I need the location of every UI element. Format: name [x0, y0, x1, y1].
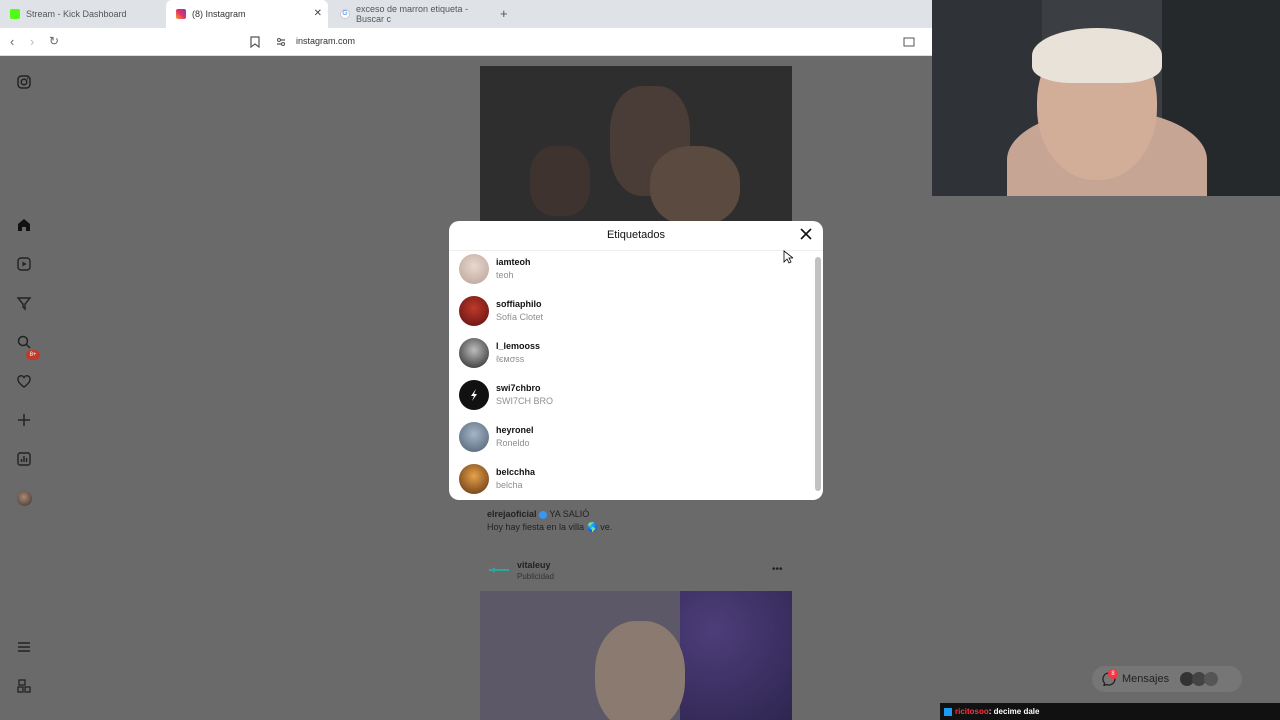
dialog-title: Etiquetados: [606, 229, 666, 241]
more-options-icon[interactable]: •••: [772, 564, 783, 575]
post-image[interactable]: [480, 66, 792, 221]
scrollbar[interactable]: [815, 257, 821, 491]
post-image-2[interactable]: [480, 591, 792, 720]
list-item[interactable]: soffiaphilo Sofía Clotet: [459, 291, 809, 331]
avatar: [1204, 672, 1218, 686]
address-bar-row: ‹ › ↻ instagram.com: [0, 28, 932, 56]
reload-icon[interactable]: ↻: [49, 34, 59, 48]
instagram-icon: [176, 9, 186, 19]
avatar[interactable]: [459, 380, 489, 410]
tab-label: Stream - Kick Dashboard: [26, 9, 127, 19]
dashboard-icon[interactable]: [16, 451, 32, 467]
full-name: Sofía Clotet: [496, 312, 544, 322]
forward-icon[interactable]: ›: [30, 34, 34, 49]
chat-message: ricitosoo : decime dale: [940, 703, 1280, 720]
kick-icon: [10, 9, 20, 19]
tab-google-search[interactable]: G exceso de marron etiqueta - Buscar c: [330, 0, 495, 28]
full-name: ℓємσѕѕ: [496, 354, 525, 364]
username[interactable]: heyronel: [496, 425, 534, 435]
full-name: teoh: [496, 270, 514, 280]
post-username[interactable]: vitaleuy: [517, 560, 551, 570]
list-item[interactable]: belcchha belcha: [459, 459, 809, 499]
back-icon[interactable]: ‹: [10, 34, 14, 49]
username[interactable]: l_lemooss: [496, 341, 540, 351]
username[interactable]: soffiaphilo: [496, 299, 542, 309]
chat-username: ricitosoo: [955, 707, 989, 716]
tab-kick-dashboard[interactable]: Stream - Kick Dashboard: [0, 0, 165, 28]
menu-icon[interactable]: [16, 639, 32, 655]
chat-text: : decime dale: [988, 707, 1040, 716]
create-icon[interactable]: [16, 412, 32, 428]
screen: Stream - Kick Dashboard (8) Instagram ✕ …: [0, 0, 1280, 720]
messages-button[interactable]: 8 Mensajes: [1092, 666, 1242, 692]
instagram-logo-icon[interactable]: [16, 74, 32, 90]
bookmark-icon[interactable]: [250, 36, 260, 48]
url-input[interactable]: instagram.com: [296, 36, 355, 46]
caption-line: elrejaoficial YA SALIÓ: [487, 509, 589, 519]
heart-icon[interactable]: [16, 373, 32, 389]
new-tab-icon[interactable]: +: [500, 6, 508, 21]
activity-icon[interactable]: [16, 295, 32, 311]
full-name: SWI7CH BRO: [496, 396, 554, 406]
list-item[interactable]: heyronel Roneldo: [459, 417, 809, 457]
verified-icon: [539, 510, 548, 519]
username[interactable]: iamteoh: [496, 257, 531, 267]
list-item[interactable]: swi7chbro SWI7CH BRO: [459, 375, 809, 415]
tagged-users-dialog: Etiquetados iamteoh teoh soffiaphilo Sof…: [449, 221, 823, 500]
list-item[interactable]: iamteoh teoh: [459, 249, 809, 289]
post-avatar[interactable]: [487, 562, 511, 578]
close-tab-icon[interactable]: ✕: [314, 8, 322, 19]
lightning-icon: [471, 389, 477, 401]
list-item[interactable]: l_lemooss ℓємσѕѕ: [459, 333, 809, 373]
caption-line-2: Hoy hay fiesta en la villa 🌎 ve.: [487, 522, 613, 532]
full-name: belcha: [496, 480, 523, 490]
tab-label: exceso de marron etiqueta - Buscar c: [356, 4, 469, 24]
threads-icon[interactable]: [16, 678, 32, 694]
cast-icon[interactable]: [903, 37, 915, 47]
avatar[interactable]: [459, 464, 489, 494]
cursor-icon: [783, 250, 793, 264]
post-sponsored: Publicidad: [517, 572, 554, 581]
webcam-overlay: [932, 0, 1280, 196]
tab-instagram[interactable]: (8) Instagram ✕: [166, 0, 328, 28]
username[interactable]: swi7chbro: [496, 383, 541, 393]
messages-label: Mensajes: [1122, 673, 1170, 685]
browser-tabstrip: Stream - Kick Dashboard (8) Instagram ✕ …: [0, 0, 932, 28]
username[interactable]: belcchha: [496, 467, 535, 477]
site-settings-icon[interactable]: [276, 37, 286, 47]
avatar[interactable]: [459, 422, 489, 452]
search-icon[interactable]: [16, 334, 32, 350]
reels-icon[interactable]: [16, 256, 32, 272]
full-name: Roneldo: [496, 438, 530, 448]
tab-label: (8) Instagram: [192, 9, 246, 19]
caption-text: YA SALIÓ: [549, 509, 590, 519]
close-icon[interactable]: [799, 227, 813, 241]
chat-badge-icon: [944, 707, 952, 716]
profile-avatar[interactable]: [16, 490, 32, 506]
google-icon: G: [340, 9, 350, 19]
avatar[interactable]: [459, 254, 489, 284]
messages-badge: 8: [1108, 669, 1118, 679]
caption-username[interactable]: elrejaoficial: [487, 509, 537, 519]
notification-badge: 8+: [26, 350, 40, 360]
avatar[interactable]: [459, 338, 489, 368]
home-icon[interactable]: [16, 217, 32, 233]
avatar[interactable]: [459, 296, 489, 326]
